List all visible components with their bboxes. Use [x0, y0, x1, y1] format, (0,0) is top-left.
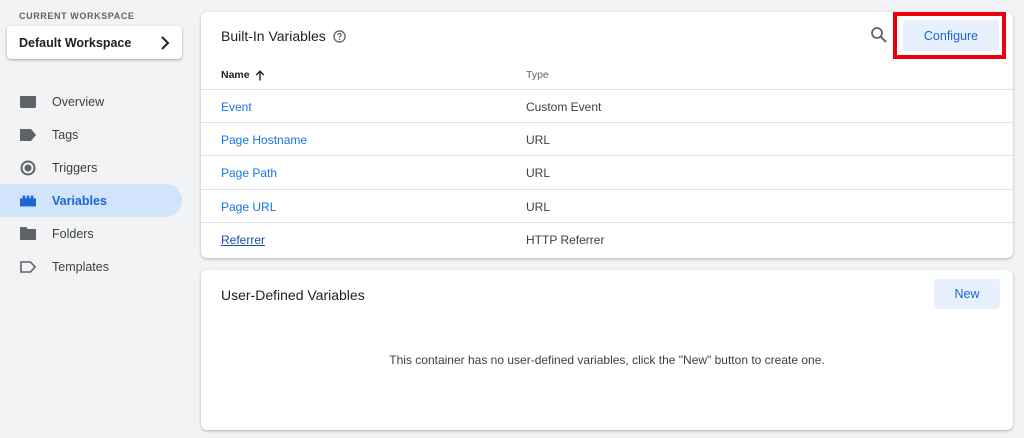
variables-icon: [20, 193, 36, 209]
table-row: Page Hostname URL: [201, 123, 1013, 157]
sidebar-item-folders[interactable]: Folders: [0, 217, 182, 250]
variable-type: URL: [526, 133, 551, 148]
variable-type: Custom Event: [526, 100, 602, 114]
search-icon[interactable]: [870, 26, 888, 44]
variable-name-link[interactable]: Page Hostname: [221, 133, 307, 147]
variable-name-link[interactable]: Event: [221, 100, 252, 114]
workspace-label: CURRENT WORKSPACE: [19, 11, 135, 21]
overview-icon: [20, 94, 36, 110]
user-defined-variables-card: User-Defined Variables New This containe…: [201, 270, 1013, 430]
sidebar-item-label: Variables: [52, 193, 107, 208]
configure-button[interactable]: Configure: [903, 20, 999, 51]
sidebar-item-label: Tags: [52, 127, 79, 142]
sidebar-item-label: Folders: [52, 226, 94, 241]
column-header-type: Type: [526, 69, 549, 81]
user-defined-variables-title: User-Defined Variables: [221, 287, 365, 303]
table-row: Referrer HTTP Referrer: [201, 223, 1013, 256]
column-name-label: Name: [221, 69, 250, 81]
column-header-name[interactable]: Name: [221, 69, 265, 81]
variable-name-link[interactable]: Referrer: [221, 233, 265, 247]
sidebar: CURRENT WORKSPACE Default Workspace Over…: [0, 0, 190, 438]
variable-name-link[interactable]: Page URL: [221, 200, 276, 214]
sidebar-item-triggers[interactable]: Triggers: [0, 151, 182, 184]
variable-type: URL: [526, 199, 551, 214]
new-variable-button[interactable]: New: [934, 279, 1000, 309]
workspace-selector[interactable]: Default Workspace: [7, 26, 182, 59]
trigger-icon: [20, 160, 36, 176]
builtin-variables-card: Built-In Variables Configure Name Type E…: [201, 12, 1013, 258]
variable-name-link[interactable]: Page Path: [221, 166, 277, 180]
table-row: Page URL URL: [201, 190, 1013, 223]
arrow-up-icon: [255, 69, 264, 80]
sidebar-item-label: Overview: [52, 94, 105, 109]
variables-table: Event Custom Event Page Hostname URL Pag…: [201, 90, 1013, 256]
folder-icon: [20, 226, 36, 242]
tag-icon: [20, 127, 36, 143]
builtin-variables-title: Built-In Variables: [221, 28, 326, 44]
sidebar-item-label: Triggers: [52, 160, 98, 175]
variable-type: HTTP Referrer: [526, 232, 605, 247]
sidebar-item-variables[interactable]: Variables: [0, 184, 182, 217]
sidebar-nav: Overview Tags Triggers Variables Folders: [0, 85, 182, 283]
sidebar-item-overview[interactable]: Overview: [0, 85, 182, 118]
variable-type: URL: [526, 166, 551, 181]
sidebar-item-tags[interactable]: Tags: [0, 118, 182, 151]
sidebar-item-label: Templates: [52, 259, 109, 274]
template-icon: [20, 259, 36, 275]
table-row: Page Path URL: [201, 156, 1013, 190]
table-header: Name Type: [201, 62, 1013, 90]
builtin-variables-header: Built-In Variables: [221, 28, 346, 44]
help-icon[interactable]: [333, 29, 346, 43]
chevron-right-icon: [161, 35, 170, 50]
table-row: Event Custom Event: [201, 90, 1013, 124]
workspace-name: Default Workspace: [19, 35, 132, 50]
sidebar-item-templates[interactable]: Templates: [0, 250, 182, 283]
empty-state-message: This container has no user-defined varia…: [389, 353, 825, 367]
